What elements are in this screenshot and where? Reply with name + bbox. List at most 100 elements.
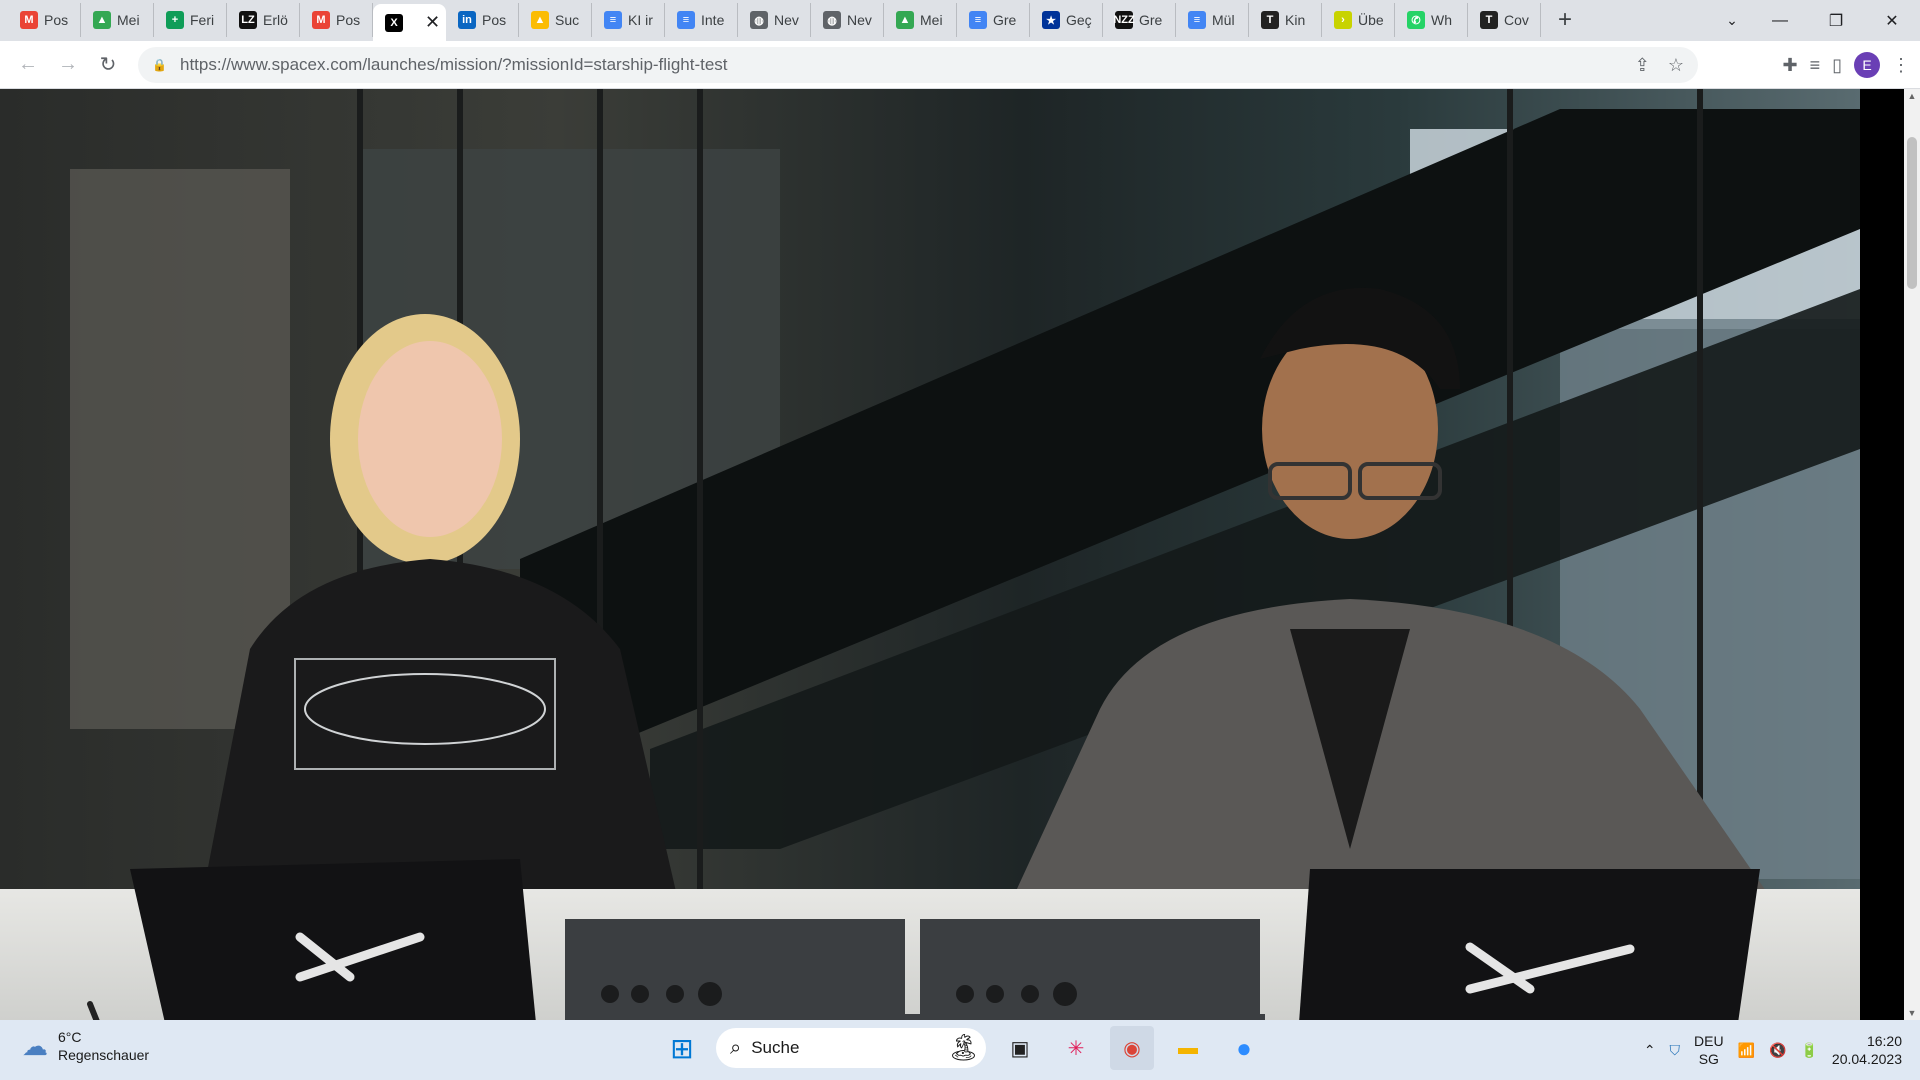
- tab-search-chevron-icon[interactable]: ⌄: [1712, 0, 1752, 41]
- whatsapp-icon: ✆: [1407, 11, 1425, 29]
- clock[interactable]: 16:20 20.04.2023: [1832, 1032, 1902, 1068]
- weather-condition: Regenschauer: [58, 1047, 150, 1063]
- browser-tab[interactable]: X ✕: [373, 4, 446, 41]
- slack-icon[interactable]: ✳: [1054, 1026, 1098, 1070]
- file-explorer-icon[interactable]: ▬: [1166, 1026, 1210, 1070]
- browser-tab[interactable]: T Cov: [1468, 3, 1541, 37]
- browser-tab[interactable]: ▲ Suc: [519, 3, 592, 37]
- share-icon[interactable]: ⇪: [1635, 55, 1650, 76]
- window-controls: ⌄ — ❐ ✕: [1712, 0, 1920, 41]
- side-panel-icon[interactable]: ▯: [1832, 55, 1842, 76]
- tab-title: Kin: [1285, 12, 1306, 28]
- search-placeholder: Suche: [751, 1038, 800, 1057]
- livestream-video[interactable]: [0, 89, 1860, 1020]
- url-text[interactable]: https://www.spacex.com/launches/mission/…: [180, 55, 728, 75]
- zoom-icon[interactable]: ●: [1222, 1026, 1266, 1070]
- linkedin-icon: in: [458, 11, 476, 29]
- weather-widget[interactable]: ☁ 6°C Regenschauer: [22, 1028, 149, 1064]
- browser-tab[interactable]: ◍ Nev: [738, 3, 811, 37]
- browser-tab[interactable]: ▲ Mei: [884, 3, 957, 37]
- task-view-icon[interactable]: ▣: [998, 1026, 1042, 1070]
- browser-tab[interactable]: ✆ Wh: [1395, 3, 1468, 37]
- menu-kebab-icon[interactable]: ⋮: [1892, 55, 1910, 76]
- tab-title: Pos: [336, 12, 361, 28]
- wifi-icon[interactable]: 📶: [1738, 1042, 1755, 1059]
- browser-tab[interactable]: ≡ Mül: [1176, 3, 1249, 37]
- address-bar[interactable]: 🔒 https://www.spacex.com/launches/missio…: [138, 47, 1698, 83]
- page-right-black-margin: [1860, 89, 1904, 1020]
- vertical-scrollbar[interactable]: ▲ ▼: [1904, 89, 1920, 1020]
- forward-arrow-icon[interactable]: →: [48, 45, 88, 85]
- show-hidden-icons-chevron-icon[interactable]: ⌃: [1644, 1042, 1656, 1059]
- tab-title: Geç: [1066, 12, 1092, 28]
- tab-title: Nev: [847, 12, 872, 28]
- scrollbar-thumb[interactable]: [1907, 137, 1917, 289]
- browser-tab[interactable]: M Pos: [8, 3, 81, 37]
- gmail-icon: M: [20, 11, 38, 29]
- windows-taskbar: ☁ 6°C Regenschauer ⊞ ⌕ Suche 🏝 ▣ ✳ ◉ ▬ ●…: [0, 1020, 1920, 1080]
- spacex-icon: X: [385, 13, 403, 32]
- google-drive-icon: ▲: [93, 11, 111, 29]
- taskbar-apps: ⊞ ⌕ Suche 🏝 ▣ ✳ ◉ ▬ ●: [660, 1026, 1266, 1070]
- browser-tab[interactable]: ★ Geç: [1030, 3, 1103, 37]
- bookmark-star-icon[interactable]: ☆: [1668, 55, 1684, 76]
- windows-start-icon[interactable]: ⊞: [660, 1026, 704, 1070]
- nzz-icon: NZZ: [1113, 11, 1135, 29]
- browser-tab[interactable]: ≡ Gre: [957, 3, 1030, 37]
- speaker-muted-icon[interactable]: 🔇: [1769, 1042, 1786, 1059]
- clock-date: 20.04.2023: [1831, 1051, 1902, 1067]
- input-language[interactable]: DEU SG: [1694, 1032, 1724, 1068]
- clock-time: 16:20: [1866, 1033, 1902, 1049]
- gmail-icon: M: [312, 11, 330, 29]
- browser-tab[interactable]: T Kin: [1249, 3, 1322, 37]
- chrome-icon[interactable]: ◉: [1110, 1026, 1154, 1070]
- browser-tab[interactable]: M Pos: [300, 3, 373, 37]
- browser-tab[interactable]: › Übe: [1322, 3, 1395, 37]
- system-tray: ⌃ ⛉ DEU SG 📶 🔇 🔋 16:20 20.04.2023: [1644, 1020, 1920, 1080]
- studio-scene-image: [0, 89, 1860, 1020]
- google-docs-icon: ≡: [677, 11, 695, 29]
- security-shield-icon[interactable]: ⛉: [1670, 1042, 1681, 1059]
- tab-title: Cov: [1504, 12, 1529, 28]
- google-docs-icon: ≡: [604, 11, 622, 29]
- close-window-button[interactable]: ✕: [1864, 0, 1920, 41]
- tab-title: Gre: [1139, 12, 1163, 28]
- browser-tab[interactable]: NZZ Gre: [1103, 3, 1176, 37]
- google-docs-icon: ≡: [969, 11, 987, 29]
- browser-toolbar: ← → ↻ 🔒 https://www.spacex.com/launches/…: [0, 41, 1920, 89]
- tab-title: Pos: [482, 12, 507, 28]
- scroll-down-arrow-icon[interactable]: ▼: [1904, 1008, 1920, 1018]
- chevron-icon: ›: [1334, 11, 1352, 29]
- taskbar-search-box[interactable]: ⌕ Suche 🏝: [716, 1028, 986, 1068]
- extensions-puzzle-icon[interactable]: ✚: [1782, 55, 1797, 76]
- restore-button[interactable]: ❐: [1808, 0, 1864, 41]
- new-tab-button[interactable]: +: [1547, 3, 1583, 37]
- reload-icon[interactable]: ↻: [88, 45, 128, 85]
- tab-title: Mül: [1212, 12, 1235, 28]
- weather-temperature: 6°C: [58, 1029, 82, 1045]
- close-tab-icon[interactable]: ✕: [425, 12, 440, 33]
- battery-icon[interactable]: 🔋: [1800, 1042, 1817, 1059]
- tab-title: Erlö: [263, 12, 288, 28]
- tab-title: Pos: [44, 12, 69, 28]
- browser-tab[interactable]: ▲ Mei: [81, 3, 154, 37]
- browser-tab[interactable]: ≡ KI ir: [592, 3, 665, 37]
- minimize-button[interactable]: —: [1752, 0, 1808, 41]
- browser-tab[interactable]: + Feri: [154, 3, 227, 37]
- eu-flag-icon: ★: [1042, 11, 1060, 29]
- tab-title: Suc: [555, 12, 580, 28]
- back-arrow-icon[interactable]: ←: [8, 45, 48, 85]
- search-icon: ⌕: [730, 1036, 742, 1059]
- tab-title: Nev: [774, 12, 799, 28]
- lock-icon[interactable]: 🔒: [152, 58, 172, 72]
- media-queue-icon[interactable]: ≡: [1810, 55, 1821, 76]
- browser-tab[interactable]: LZ Erlö: [227, 3, 300, 37]
- profile-avatar[interactable]: E: [1854, 52, 1880, 78]
- browser-tab[interactable]: ≡ Inte: [665, 3, 738, 37]
- keyboard-layout: SG: [1698, 1051, 1719, 1067]
- google-drive-icon: ▲: [531, 11, 549, 29]
- google-sheets-icon: +: [166, 11, 184, 29]
- browser-tab[interactable]: ◍ Nev: [811, 3, 884, 37]
- browser-tab[interactable]: in Pos: [446, 3, 519, 37]
- scroll-up-arrow-icon[interactable]: ▲: [1904, 91, 1920, 101]
